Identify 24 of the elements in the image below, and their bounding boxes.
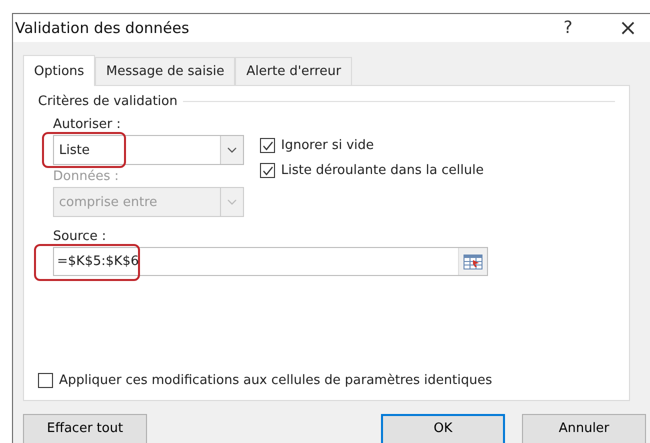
checkbox-label: Appliquer ces modifications aux cellules de paramètres identiques	[59, 373, 492, 388]
dialog-button[interactable]: OK	[381, 414, 505, 443]
close-button[interactable]: ×	[603, 16, 650, 40]
source-field[interactable]: =$K$5:$K$6	[53, 247, 488, 276]
tab[interactable]: Message de saisie	[95, 57, 236, 85]
tab[interactable]: Alerte d'erreur	[235, 57, 352, 85]
checkbox[interactable]	[260, 163, 275, 178]
checkbox-label: Liste déroulante dans la cellule	[281, 163, 484, 178]
dropdown[interactable]: Liste	[53, 135, 244, 165]
field-label: Données :	[53, 169, 120, 184]
caret-icon	[227, 199, 237, 205]
window-title: Validation des données	[15, 19, 190, 37]
dialog-button[interactable]: Annuler	[522, 414, 646, 443]
group-title: Critères de validation	[38, 94, 178, 109]
checkbox-label: Ignorer si vide	[281, 138, 374, 153]
field-label: Autoriser :	[53, 117, 122, 132]
range-select-icon[interactable]	[463, 254, 483, 270]
field-label: Source :	[52, 229, 108, 244]
checkbox[interactable]	[38, 373, 53, 388]
help-button[interactable]: ?	[543, 18, 593, 38]
clear-all-button[interactable]: Effacer tout	[23, 414, 147, 443]
caret-icon	[227, 147, 237, 153]
checkbox[interactable]	[260, 138, 275, 153]
tab[interactable]: Options	[23, 55, 96, 86]
